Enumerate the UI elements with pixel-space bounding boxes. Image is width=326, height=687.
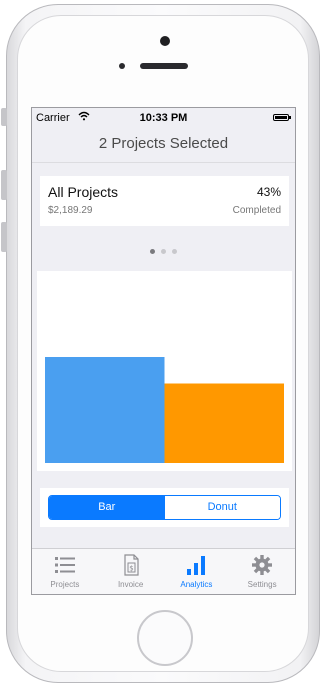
battery-icon: [273, 114, 291, 121]
earpiece-speaker: [140, 63, 188, 69]
tab-analytics[interactable]: Analytics: [164, 549, 230, 594]
completion-percent: 43%: [256, 185, 281, 199]
project-amount: $2,189.29: [48, 205, 93, 216]
tab-bar: Projects $ Invoice Analytics Settings: [32, 548, 295, 594]
tab-label: Analytics: [180, 580, 213, 589]
front-sensor: [119, 63, 125, 69]
status-bar: Carrier 10:33 PM: [32, 108, 295, 128]
invoice-icon: $: [120, 554, 142, 576]
mute-switch: [1, 108, 7, 126]
home-button[interactable]: [137, 610, 193, 666]
status-time: 10:33 PM: [139, 112, 188, 124]
gear-icon: [251, 554, 273, 576]
bar-chart-icon: [185, 554, 207, 576]
tab-label: Projects: [50, 580, 80, 589]
tab-label: Settings: [247, 580, 277, 589]
nav-title: 2 Projects Selected: [32, 128, 295, 163]
completion-status: Completed: [232, 205, 281, 216]
volume-up-button: [1, 170, 7, 200]
page-dot[interactable]: [172, 249, 177, 254]
list-icon: [54, 554, 76, 576]
project-name: All Projects: [48, 184, 119, 200]
app-screen: Carrier 10:33 PM 2 Projects Selected All…: [31, 107, 296, 595]
summary-card[interactable]: All Projects $2,189.29 43% Completed: [40, 176, 289, 226]
segment-donut[interactable]: Donut: [164, 496, 280, 519]
tab-settings[interactable]: Settings: [229, 549, 295, 594]
volume-down-button: [1, 222, 7, 252]
camera: [160, 36, 170, 46]
bar-chart: [45, 357, 284, 463]
segment-bar[interactable]: Bar: [49, 496, 165, 519]
tab-invoice[interactable]: $ Invoice: [98, 549, 164, 594]
tab-label: Invoice: [117, 580, 144, 589]
chart-card: [37, 271, 292, 471]
page-dot[interactable]: [161, 249, 166, 254]
chart-type-segmented-control[interactable]: Bar Donut: [48, 495, 281, 520]
page-control[interactable]: [32, 241, 295, 259]
page-dot[interactable]: [150, 249, 155, 254]
chart-type-panel: Bar Donut: [40, 488, 289, 527]
svg-text:$: $: [129, 565, 133, 573]
chart-bar: [164, 383, 284, 463]
tab-projects[interactable]: Projects: [32, 549, 98, 594]
chart-bar: [45, 357, 165, 463]
